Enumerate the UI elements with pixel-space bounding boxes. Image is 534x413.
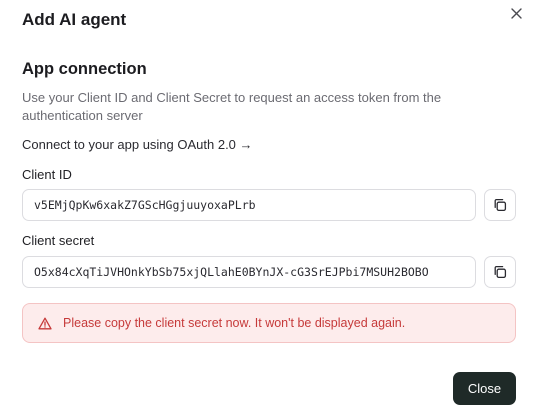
client-secret-label: Client secret <box>22 233 95 248</box>
copy-icon <box>493 265 507 279</box>
warning-icon <box>37 315 53 331</box>
close-button[interactable]: Close <box>453 372 516 405</box>
client-secret-input[interactable] <box>22 256 476 288</box>
copy-icon <box>493 198 507 212</box>
copy-secret-alert: Please copy the client secret now. It wo… <box>22 303 516 343</box>
add-ai-agent-dialog: Add AI agent App connection Use your Cli… <box>0 0 534 413</box>
oauth-link[interactable]: Connect to your app using OAuth 2.0 → <box>22 137 253 152</box>
client-id-label: Client ID <box>22 167 72 182</box>
copy-client-secret-button[interactable] <box>484 256 516 288</box>
close-icon[interactable] <box>508 5 524 21</box>
section-description: Use your Client ID and Client Secret to … <box>22 90 442 123</box>
client-id-input[interactable] <box>22 189 476 221</box>
section-title-app-connection: App connection <box>22 60 147 78</box>
alert-message: Please copy the client secret now. It wo… <box>63 316 406 330</box>
copy-client-id-button[interactable] <box>484 189 516 221</box>
dialog-title: Add AI agent <box>22 10 127 29</box>
